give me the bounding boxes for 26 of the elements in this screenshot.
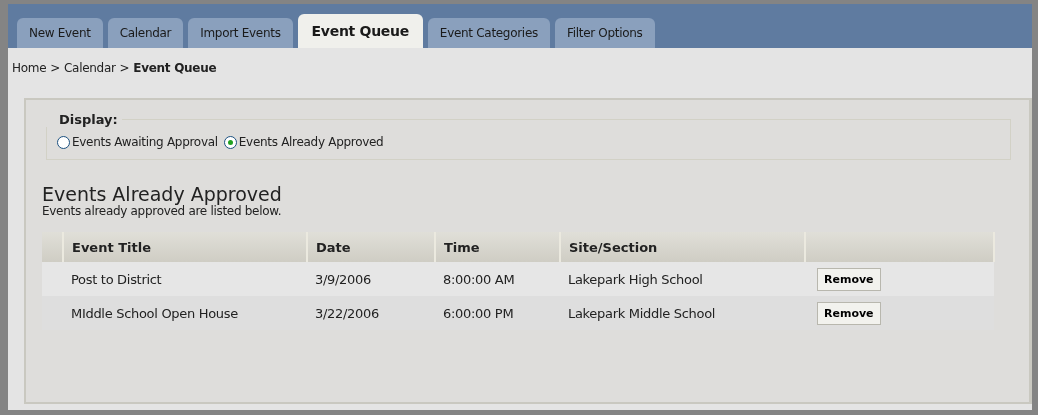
tab[interactable]: Calendar: [107, 18, 184, 48]
fieldset-legend: Display:: [43, 112, 122, 127]
table-cell: 3/9/2006: [307, 262, 435, 296]
breadcrumb-separator: >: [119, 61, 130, 77]
breadcrumb-separator: >: [50, 61, 60, 77]
breadcrumb-current: Event Queue: [133, 61, 217, 77]
tab[interactable]: Event Categories: [427, 18, 550, 48]
tab[interactable]: Import Events: [188, 18, 293, 48]
radio-option[interactable]: Events Already Approved: [223, 135, 384, 149]
tab[interactable]: Event Queue: [297, 14, 423, 48]
tab[interactable]: Filter Options: [554, 18, 655, 48]
radio-button[interactable]: [223, 135, 237, 149]
table-cell: 8:00:00 AM: [435, 262, 560, 296]
radio-option[interactable]: Events Awaiting Approval: [57, 135, 218, 149]
column-header: Date: [307, 232, 435, 262]
remove-button[interactable]: Remove: [817, 267, 881, 291]
column-header: Time: [435, 232, 560, 262]
breadcrumb-link[interactable]: Home: [12, 61, 47, 78]
tab[interactable]: New Event: [17, 18, 103, 48]
table-cell: Post to District: [63, 262, 307, 296]
table-cell: Lakepark High School: [560, 262, 805, 296]
breadcrumb-link[interactable]: Calendar: [64, 61, 116, 78]
remove-button[interactable]: Remove: [817, 301, 881, 325]
column-header: Event Title: [63, 232, 307, 262]
radio-button[interactable]: [57, 135, 70, 149]
column-header: Site/Section: [560, 232, 805, 262]
